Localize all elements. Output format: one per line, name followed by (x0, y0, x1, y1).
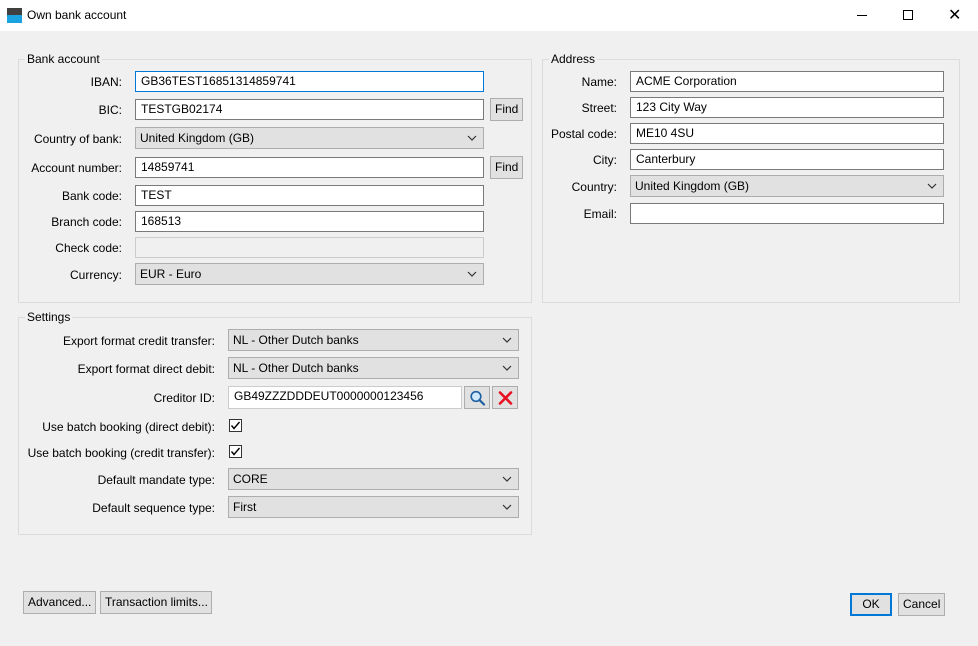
creditor-id-label: Creditor ID: (153, 391, 215, 405)
maximize-icon (903, 10, 913, 20)
postal-code-label: Postal code: (550, 127, 617, 141)
batch-direct-debit-label: Use batch booking (direct debit): (42, 420, 215, 434)
creditor-search-button[interactable] (464, 386, 490, 409)
chevron-down-icon (502, 337, 512, 343)
export-credit-transfer-value: NL - Other Dutch banks (233, 333, 359, 347)
title-bar: Own bank account ✕ (0, 0, 978, 31)
street-input[interactable]: 123 City Way (630, 97, 944, 118)
city-label: City: (593, 153, 617, 167)
country-of-bank-select[interactable]: United Kingdom (GB) (135, 127, 484, 149)
account-number-label: Account number: (31, 161, 122, 175)
branch-code-input[interactable]: 168513 (135, 211, 484, 232)
export-direct-debit-value: NL - Other Dutch banks (233, 361, 359, 375)
email-label: Email: (583, 207, 617, 221)
default-mandate-type-label: Default mandate type: (97, 473, 215, 487)
maximize-button[interactable] (885, 0, 931, 31)
currency-label: Currency: (69, 268, 122, 282)
default-mandate-type-value: CORE (233, 472, 268, 486)
creditor-id-input[interactable]: GB49ZZZDDDEUT0000000123456 (228, 386, 462, 409)
transaction-limits-button[interactable]: Transaction limits... (100, 591, 212, 614)
check-code-input (135, 237, 484, 258)
minimize-button[interactable] (839, 0, 885, 31)
default-sequence-type-select[interactable]: First (228, 496, 519, 518)
bic-find-button[interactable]: Find (490, 98, 523, 121)
name-input[interactable]: ACME Corporation (630, 71, 944, 92)
chevron-down-icon (502, 365, 512, 371)
chevron-down-icon (927, 183, 937, 189)
iban-input[interactable]: GB36TEST16851314859741 (135, 71, 484, 92)
checkmark-icon (230, 447, 241, 456)
chevron-down-icon (502, 476, 512, 482)
name-label: Name: (581, 75, 617, 89)
window-title: Own bank account (27, 8, 127, 22)
currency-value: EUR - Euro (140, 267, 202, 281)
iban-label: IBAN: (90, 75, 122, 89)
street-label: Street: (581, 101, 617, 115)
default-sequence-type-value: First (233, 500, 257, 514)
ok-button[interactable]: OK (850, 593, 892, 616)
export-credit-transfer-select[interactable]: NL - Other Dutch banks (228, 329, 519, 351)
chevron-down-icon (467, 135, 477, 141)
check-code-label: Check code: (55, 241, 122, 255)
default-mandate-type-select[interactable]: CORE (228, 468, 519, 490)
export-direct-debit-select[interactable]: NL - Other Dutch banks (228, 357, 519, 379)
account-find-button[interactable]: Find (490, 156, 523, 179)
default-sequence-type-label: Default sequence type: (92, 501, 215, 515)
postal-code-input[interactable]: ME10 4SU (630, 123, 944, 144)
batch-credit-transfer-checkbox[interactable] (229, 445, 242, 458)
close-button[interactable]: ✕ (931, 0, 977, 31)
cancel-button[interactable]: Cancel (898, 593, 945, 616)
checkmark-icon (230, 421, 241, 430)
batch-credit-transfer-label: Use batch booking (credit transfer): (27, 446, 215, 460)
advanced-button[interactable]: Advanced... (23, 591, 96, 614)
app-icon (7, 8, 22, 23)
batch-direct-debit-checkbox[interactable] (229, 419, 242, 432)
close-icon: ✕ (948, 5, 962, 24)
creditor-clear-button[interactable] (492, 386, 518, 409)
country-of-bank-label: Country of bank: (33, 132, 122, 146)
bic-label: BIC: (98, 103, 122, 117)
chevron-down-icon (502, 504, 512, 510)
export-direct-debit-label: Export format direct debit: (77, 362, 215, 376)
bank-code-input[interactable]: TEST (135, 185, 484, 206)
export-credit-transfer-label: Export format credit transfer: (62, 334, 215, 348)
email-input[interactable] (630, 203, 944, 224)
chevron-down-icon (467, 271, 477, 277)
branch-code-label: Branch code: (51, 215, 122, 229)
country-select[interactable]: United Kingdom (GB) (630, 175, 944, 197)
settings-legend: Settings (27, 310, 71, 324)
country-label: Country: (571, 180, 617, 194)
city-input[interactable]: Canterbury (630, 149, 944, 170)
address-legend: Address (551, 52, 596, 66)
account-number-input[interactable]: 14859741 (135, 157, 484, 178)
minimize-icon (857, 15, 867, 16)
magnifier-icon (470, 390, 486, 406)
currency-select[interactable]: EUR - Euro (135, 263, 484, 285)
bank-code-label: Bank code: (61, 189, 122, 203)
red-x-icon (498, 391, 513, 405)
bic-input[interactable]: TESTGB02174 (135, 99, 484, 120)
country-value: United Kingdom (GB) (635, 179, 750, 193)
bank-account-legend: Bank account (27, 52, 100, 66)
country-of-bank-value: United Kingdom (GB) (140, 131, 255, 145)
